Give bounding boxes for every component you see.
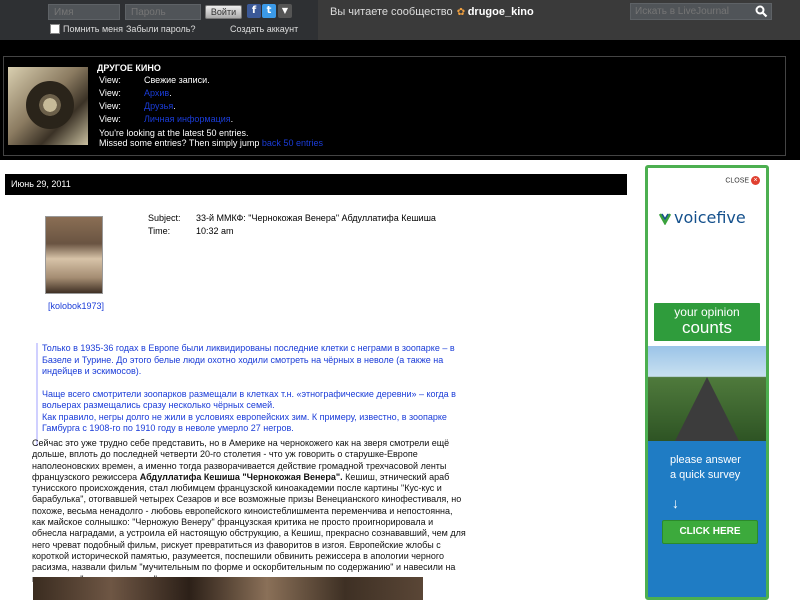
friends-link[interactable]: Друзья (144, 101, 173, 111)
search-box (630, 3, 772, 20)
poster-username-link[interactable]: [kolobok1973] (48, 301, 104, 311)
view-label: View: (99, 75, 121, 85)
reading-prefix: Вы читаете сообщество (330, 6, 453, 18)
search-icon[interactable] (755, 5, 768, 18)
ad-close-button[interactable]: CLOSE × (725, 176, 760, 185)
arrow-down-icon: ↓ (672, 495, 679, 511)
view-recent: Свежие записи. (144, 75, 210, 85)
password-input[interactable] (125, 4, 201, 20)
ad-logo: voicefive (658, 208, 746, 227)
ad-sign: your opinion counts (652, 301, 762, 343)
login-panel: Войти f t ▼ Помнить меня Забыли пароль? … (0, 0, 318, 40)
community-title: ДРУГОЕ КИНО (97, 63, 161, 73)
create-account-link[interactable]: Создать аккаунт (230, 24, 298, 34)
quote-paragraph: Чаще всего смотрители зоопарков размещал… (42, 388, 456, 434)
entry-body: Сейчас это уже трудно себе представить, … (32, 438, 468, 585)
community-icon: ✿ (456, 7, 466, 18)
subject-label: Subject: (148, 213, 181, 223)
entry-time: 10:32 am (196, 226, 234, 236)
back-entries-link[interactable]: back 50 entries (262, 138, 323, 148)
quote-paragraph: Только в 1935-36 годах в Европе были лик… (42, 343, 455, 376)
twitter-icon[interactable]: t (262, 4, 276, 18)
missed-entries-text: Missed some entries? Then simply jump ba… (99, 138, 323, 148)
voicefive-logo-icon (658, 213, 672, 225)
entry-subject: 33-й ММКФ: "Чернокожая Венера" Абдуллати… (196, 213, 436, 223)
ad-brand-voice: voice (674, 208, 717, 227)
main-content: Июнь 29, 2011 [kolobok1973] Subject: 33-… (0, 160, 630, 600)
view-label: View: (99, 114, 121, 124)
ad-close-label: CLOSE (725, 177, 750, 185)
entry-photo (33, 577, 423, 600)
body-text-end: Кешиш, этнический араб тунисского происх… (32, 471, 466, 584)
ad-road-image (648, 346, 766, 441)
latest-entries-text: You're looking at the latest 50 entries. (99, 128, 249, 138)
view-label: View: (99, 101, 121, 111)
remember-checkbox[interactable] (50, 24, 60, 34)
chevron-down-icon[interactable]: ▼ (278, 4, 292, 18)
survey-ad[interactable]: CLOSE × voicefive your opinion counts pl… (645, 165, 769, 600)
community-header: ДРУГОЕ КИНО View: Свежие записи. View: А… (3, 56, 786, 156)
body-text-bold: Абдуллатифа Кешиша "Чернокожая Венера". (139, 471, 343, 482)
profile-link[interactable]: Личная информация (144, 114, 231, 124)
entry-quote: Только в 1935-36 годах в Европе были лик… (36, 343, 468, 446)
road-shape (675, 377, 739, 441)
ad-brand-five: five (716, 208, 746, 227)
ad-sign-line2: counts (681, 318, 733, 337)
facebook-icon[interactable]: f (247, 4, 261, 18)
view-friends: Друзья. (144, 101, 176, 111)
ad-cta-line1: please answer (670, 454, 741, 466)
view-archive: Архив. (144, 88, 172, 98)
ad-sign-line1: your opinion (674, 305, 740, 319)
view-profile: Личная информация. (144, 114, 234, 124)
entry-date: Июнь 29, 2011 (5, 174, 627, 195)
community-userpic[interactable] (8, 67, 88, 145)
ad-cta-panel: please answer a quick survey ↓ CLICK HER… (648, 441, 766, 597)
time-label: Time: (148, 226, 171, 236)
film-reel-icon (26, 81, 74, 129)
login-button[interactable]: Войти (205, 5, 242, 19)
reading-community: Вы читаете сообщество ✿ drugoe_kino (330, 6, 534, 18)
ad-cta-line2: a quick survey (670, 469, 741, 481)
forgot-password-link[interactable]: Забыли пароль? (126, 24, 195, 34)
remember-label: Помнить меня (63, 24, 124, 34)
community-link[interactable]: drugoe_kino (468, 6, 534, 18)
ad-cta-text: please answer a quick survey (670, 453, 741, 483)
poster-avatar[interactable] (45, 216, 103, 294)
archive-link[interactable]: Архив (144, 88, 169, 98)
username-input[interactable] (48, 4, 120, 20)
view-label: View: (99, 88, 121, 98)
close-icon: × (751, 176, 760, 185)
search-input[interactable] (631, 4, 753, 19)
missed-prefix: Missed some entries? Then simply jump (99, 138, 260, 148)
ad-click-here-button[interactable]: CLICK HERE (662, 520, 758, 544)
top-bar: Войти f t ▼ Помнить меня Забыли пароль? … (0, 0, 800, 40)
